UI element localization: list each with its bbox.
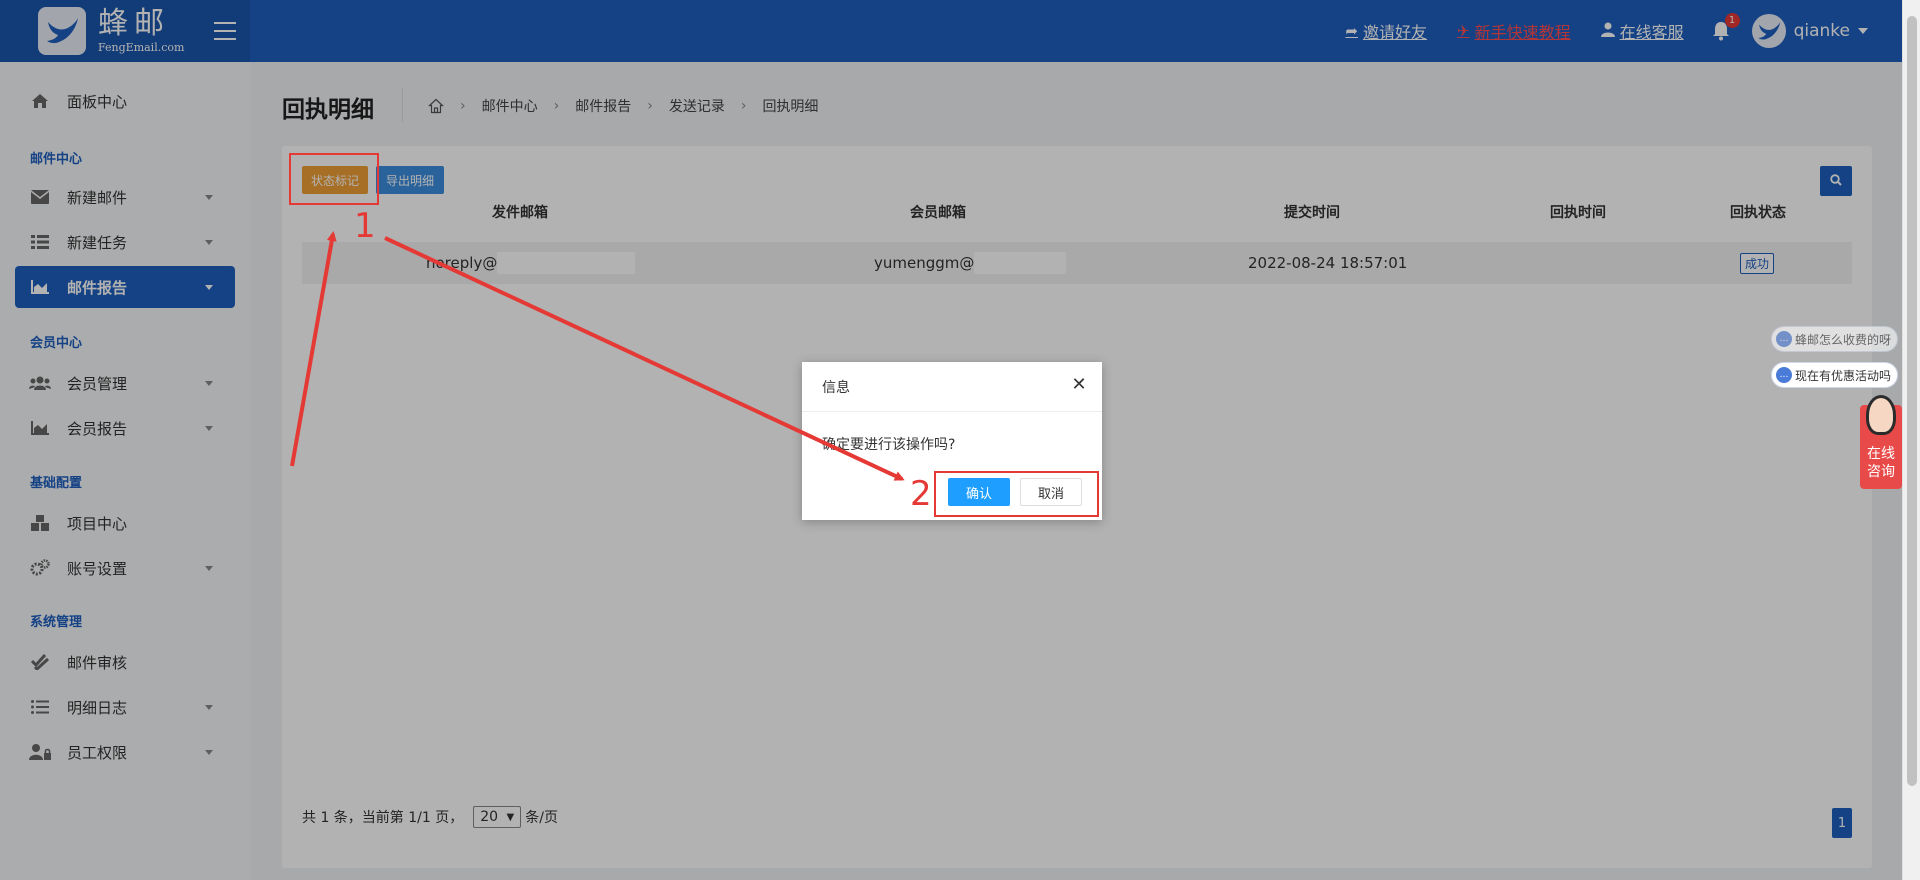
- scrollbar-thumb[interactable]: [1907, 16, 1917, 786]
- annotation-arrow-2: [384, 236, 905, 481]
- annotation-arrows: [290, 231, 905, 481]
- page-scrollbar[interactable]: [1902, 0, 1920, 880]
- annotation-arrow-1: [290, 231, 337, 467]
